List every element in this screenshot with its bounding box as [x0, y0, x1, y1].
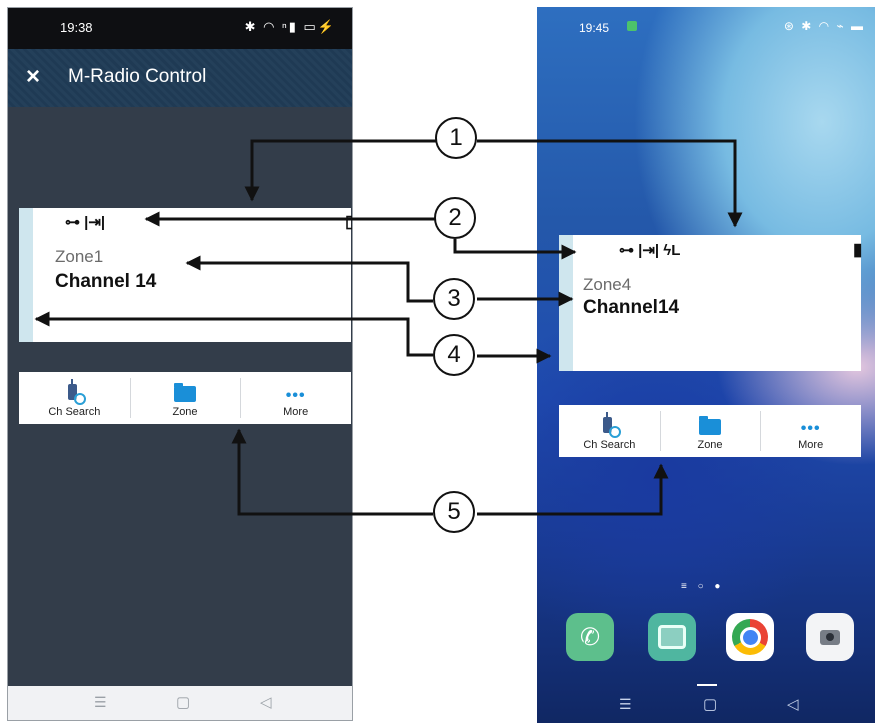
arrow-1-left [244, 139, 437, 202]
arrow-5-left [231, 428, 433, 516]
arrow-5-right [477, 463, 669, 516]
arrow-2-right [453, 239, 577, 260]
callout-4: 4 [433, 334, 475, 376]
arrow-4-left [34, 311, 433, 357]
arrow-1-right [477, 139, 743, 228]
callout-2: 2 [434, 197, 476, 239]
callout-5: 5 [433, 491, 475, 533]
arrow-3-left [185, 255, 433, 303]
callout-1: 1 [435, 117, 477, 159]
callout-3: 3 [433, 278, 475, 320]
